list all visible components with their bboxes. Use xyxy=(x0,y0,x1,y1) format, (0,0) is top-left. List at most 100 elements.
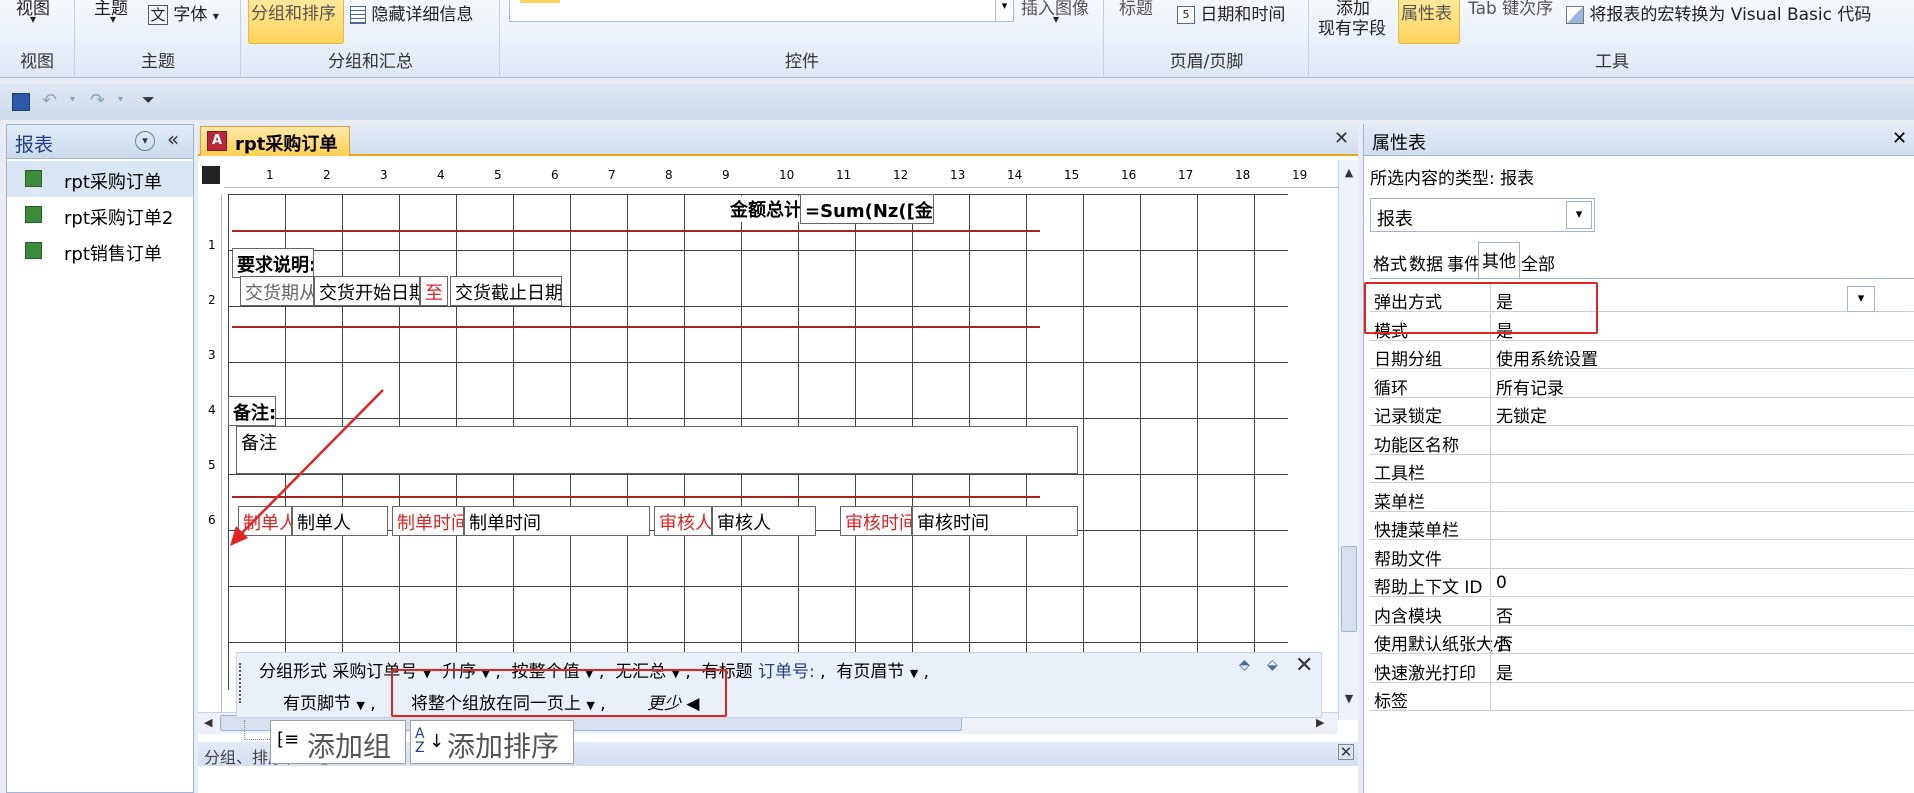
property-sheet-title: 属性表 xyxy=(1372,133,1426,154)
controls-gallery[interactable]: ▾ xyxy=(509,0,1014,22)
property-row[interactable]: 工具栏 xyxy=(1370,455,1914,484)
tab-rpt-purchase-order[interactable]: A rpt采购订单 xyxy=(200,126,350,156)
ribbon-group-header-footer: 标题 5 日期和时间 页眉/页脚 xyxy=(1105,0,1309,78)
convert-macros-button[interactable]: 将报表的宏转换为 Visual Basic 代码 xyxy=(1566,0,1871,25)
delete-icon[interactable]: ✕ xyxy=(1295,653,1313,678)
property-row[interactable]: 标签 xyxy=(1370,683,1914,712)
property-row[interactable]: 快速激光打印是 xyxy=(1370,654,1914,684)
ruler-number: 1 xyxy=(208,238,216,252)
property-row[interactable]: 帮助上下文 ID 0 xyxy=(1370,569,1914,598)
ruler-number: 8 xyxy=(665,168,673,182)
add-group-button[interactable]: ⁅≡ 添加组 xyxy=(270,720,406,764)
vertical-scrollbar[interactable]: ▲ ▼ xyxy=(1338,160,1358,720)
property-value[interactable]: 0 xyxy=(1496,573,1507,593)
ruler-number: 12 xyxy=(893,168,909,182)
tree-connector xyxy=(244,720,272,740)
report-icon xyxy=(25,170,42,187)
save-icon[interactable] xyxy=(12,93,30,111)
redo-icon[interactable]: ↷ xyxy=(90,90,105,111)
group-name-view: 视图 xyxy=(20,52,54,72)
ruler-number: 5 xyxy=(208,458,216,472)
customize-toolbar-icon[interactable]: ⏷ xyxy=(142,90,155,110)
add-sort-button[interactable]: AZ ↓ 添加排序 xyxy=(410,720,574,764)
tab-order-button[interactable]: Tab 键次序 xyxy=(1468,0,1553,19)
nav-item-report[interactable]: rpt采购订单2 xyxy=(7,197,193,233)
selection-dropdown[interactable]: 报表 ▾ xyxy=(1370,198,1595,232)
title-button[interactable]: 标题 xyxy=(1119,0,1153,19)
horizontal-ruler: 1 2 3 4 5 6 7 8 9 10 11 12 13 14 15 16 17 18 19 xyxy=(224,166,1338,188)
font-icon: 文 xyxy=(148,5,168,25)
arrow-down-icon: ↓ xyxy=(429,731,445,752)
report-icon: A xyxy=(207,131,227,151)
property-value[interactable]: 否 xyxy=(1496,630,1513,655)
move-down-icon[interactable]: ⬙ xyxy=(1267,657,1278,673)
calendar-icon: 5 xyxy=(1177,6,1195,24)
chevron-down-icon[interactable]: ▾ xyxy=(135,131,155,151)
report-icon xyxy=(25,206,42,223)
header-section-select[interactable]: 有页眉节 ▼ xyxy=(831,662,918,682)
nav-item-report[interactable]: rpt销售订单 xyxy=(7,233,193,269)
ruler-number: 17 xyxy=(1178,168,1194,182)
tab-all[interactable]: 全部 xyxy=(1518,246,1558,278)
date-time-button[interactable]: 5 日期和时间 xyxy=(1177,0,1285,25)
scroll-left-icon[interactable]: ◀ xyxy=(204,716,212,729)
tab-format[interactable]: 格式 xyxy=(1370,246,1410,278)
collapse-pane-icon[interactable]: « xyxy=(167,127,179,151)
property-value[interactable]: 所有记录 xyxy=(1496,374,1564,399)
property-row[interactable]: 使用默认纸张大小否 xyxy=(1370,626,1914,655)
property-key: 快速激光打印 xyxy=(1374,663,1476,684)
property-sheet-button[interactable]: 属性表 xyxy=(1398,0,1460,44)
footer-section-select[interactable]: 有页脚节 ▼ , xyxy=(283,689,376,714)
gallery-more-icon[interactable]: ▾ xyxy=(995,0,1013,21)
property-row[interactable]: 记录锁定 无锁定 xyxy=(1370,398,1914,427)
scrollbar-thumb[interactable] xyxy=(1341,546,1357,632)
property-key: 工具栏 xyxy=(1374,464,1425,484)
close-icon[interactable]: ✕ xyxy=(1892,128,1907,149)
property-value[interactable]: 否 xyxy=(1496,602,1513,627)
move-up-icon[interactable]: ⬘ xyxy=(1239,657,1250,673)
title-value-link[interactable]: 订单号: xyxy=(758,662,815,682)
property-value[interactable]: 使用系统设置 xyxy=(1496,345,1598,370)
property-row[interactable]: 功能区名称 xyxy=(1370,426,1914,456)
drag-handle-icon[interactable] xyxy=(239,663,245,703)
close-icon[interactable]: ✕ xyxy=(1338,744,1354,760)
property-value[interactable]: 是 xyxy=(1496,659,1513,684)
property-tabs: 格式 数据 事件 其他 全部 xyxy=(1364,242,1914,278)
ruler-number: 1 xyxy=(266,168,274,182)
property-key: 帮助上下文 ID xyxy=(1374,578,1483,598)
column-divider xyxy=(1490,369,1491,398)
column-divider xyxy=(1490,626,1491,654)
group-by-prefix: 分组形式 xyxy=(259,662,327,682)
property-row[interactable]: 帮助文件 xyxy=(1370,540,1914,570)
scroll-down-icon[interactable]: ▼ xyxy=(1341,692,1357,706)
nav-item-label: rpt采购订单2 xyxy=(64,208,174,229)
ruler-number: 4 xyxy=(208,403,216,417)
property-row[interactable]: 内含模块 否 xyxy=(1370,597,1914,627)
tab-other[interactable]: 其他 xyxy=(1478,242,1520,278)
scroll-up-icon[interactable]: ▲ xyxy=(1341,166,1357,180)
group-sort-button[interactable]: 分组和排序 xyxy=(248,0,344,44)
document-tab-bar: A rpt采购订单 ✕ xyxy=(198,124,1358,156)
property-row[interactable]: 日期分组 使用系统设置 xyxy=(1370,341,1914,370)
tab-data[interactable]: 数据 xyxy=(1406,246,1446,278)
group-name-controls: 控件 xyxy=(785,52,819,72)
nav-item-report[interactable]: rpt采购订单 xyxy=(7,161,193,197)
add-existing-fields-button[interactable]: 现有字段 xyxy=(1318,14,1386,39)
property-row[interactable]: 快捷菜单栏 xyxy=(1370,512,1914,541)
chevron-down-icon[interactable]: ▾ xyxy=(1566,201,1592,229)
design-canvas[interactable]: 金额总计: =Sum(Nz([金额])) 要求说明: 交货期从 交货开始日期 至… xyxy=(228,194,1298,690)
ruler-number: 18 xyxy=(1235,168,1251,182)
undo-icon[interactable]: ↶ xyxy=(42,90,57,111)
property-key: 功能区名称 xyxy=(1374,435,1459,456)
ribbon-group-view: 视图 ▾ 视图 xyxy=(0,0,75,78)
font-button[interactable]: 文 字体 ▾ xyxy=(148,0,219,25)
hide-details-button[interactable]: 隐藏详细信息 xyxy=(350,0,473,25)
select-report-button[interactable] xyxy=(202,166,220,184)
property-row[interactable]: 循环 所有记录 xyxy=(1370,369,1914,399)
navigation-pane: 报表 ▾ « rpt采购订单 rpt采购订单2 rpt销售订单 xyxy=(6,124,194,793)
property-row[interactable]: 菜单栏 xyxy=(1370,483,1914,513)
property-value[interactable]: 无锁定 xyxy=(1496,402,1547,427)
close-icon[interactable]: ✕ xyxy=(1334,128,1349,149)
nav-header[interactable]: 报表 ▾ « xyxy=(7,125,193,159)
chevron-down-icon[interactable]: ▾ xyxy=(1847,286,1875,312)
